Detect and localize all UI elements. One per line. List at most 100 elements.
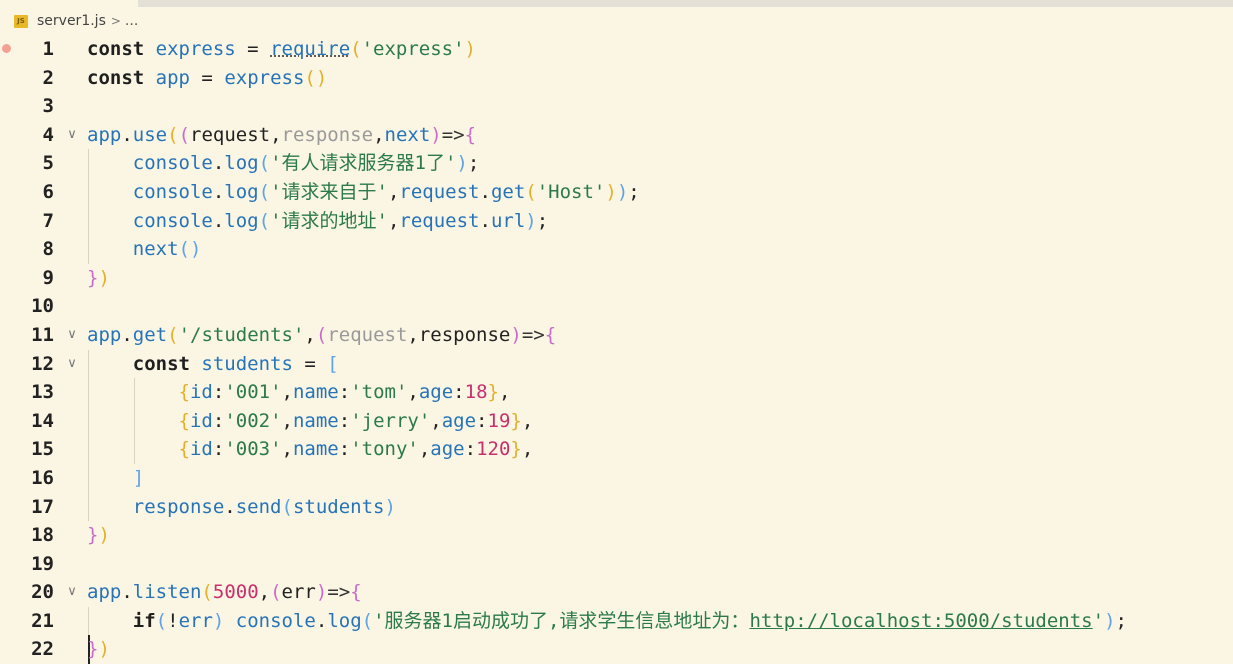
code-token: require: [270, 38, 351, 60]
code-token: ;: [1115, 609, 1127, 632]
code-line[interactable]: 10: [0, 292, 1233, 321]
code-line[interactable]: 8 next(): [0, 235, 1233, 264]
code-text[interactable]: const students = [: [87, 350, 339, 379]
code-token: (: [361, 609, 374, 632]
code-line[interactable]: 14 {id:'002',name:'jerry',age:19},: [0, 406, 1233, 436]
code-token: get: [132, 323, 168, 346]
code-token: (: [178, 123, 191, 146]
code-token: ,: [281, 438, 293, 461]
code-token: (): [304, 66, 328, 89]
code-text[interactable]: ]: [87, 464, 144, 493]
code-token: [: [327, 352, 339, 375]
code-editor[interactable]: 1 const express = require('express') 2 cons…: [0, 35, 1233, 664]
code-token: '003': [224, 438, 282, 461]
fold-chevron-icon[interactable]: ∨: [64, 578, 80, 607]
code-token: (: [258, 209, 271, 232]
code-token: }: [87, 266, 99, 289]
code-text[interactable]: const app = express(): [87, 64, 327, 93]
code-text[interactable]: console.log('有人请求服务器1了');: [87, 149, 480, 178]
code-line[interactable]: 1 const express = require('express'): [0, 35, 1233, 64]
code-token: age: [430, 438, 465, 461]
code-token: '001': [224, 381, 282, 404]
code-line[interactable]: 20 ∨ app.listen(5000,(err)=>{: [0, 578, 1233, 607]
line-number: 15: [31, 438, 54, 461]
code-line[interactable]: 6 console.log('请求来自于',request.get('Host'…: [0, 177, 1233, 207]
code-token[interactable]: http://localhost:5000/students: [749, 610, 1092, 632]
line-number: 6: [42, 180, 54, 203]
code-line[interactable]: 13 {id:'001',name:'tom',age:18},: [0, 378, 1233, 407]
code-token: response: [132, 495, 225, 518]
breadcrumb-file[interactable]: server1.js: [37, 13, 106, 29]
code-token: log: [224, 180, 259, 203]
code-token: }: [487, 381, 499, 404]
line-number: 10: [31, 295, 54, 318]
code-token: err: [281, 581, 316, 604]
code-token: (): [178, 238, 202, 261]
code-token: }: [87, 638, 99, 661]
code-token: ,: [281, 381, 293, 404]
code-line[interactable]: 18}): [0, 521, 1233, 550]
code-token: request: [399, 209, 480, 232]
code-token: age: [441, 409, 477, 432]
code-line[interactable]: 17 response.send(students): [0, 492, 1233, 522]
code-token: (: [155, 609, 168, 632]
code-token: app: [87, 123, 122, 146]
line-number: 13: [31, 381, 54, 404]
code-token: ): [605, 180, 617, 203]
code-text[interactable]: app.listen(5000,(err)=>{: [87, 578, 362, 607]
code-token: ,: [407, 323, 419, 346]
fold-chevron-icon[interactable]: ∨: [64, 321, 80, 350]
code-line[interactable]: 11 ∨ app.get('/students',(request,response…: [0, 321, 1233, 350]
code-line[interactable]: 19: [0, 550, 1233, 579]
code-token: console: [132, 180, 213, 203]
code-line[interactable]: 4 ∨ app.use((request,response,next)=>{: [0, 121, 1233, 150]
code-text[interactable]: const express = require('express'): [87, 35, 476, 64]
code-token: (: [525, 180, 537, 203]
code-text[interactable]: {id:'002',name:'jerry',age:19},: [87, 407, 534, 436]
code-text[interactable]: console.log('请求的地址',request.url);: [87, 207, 548, 236]
code-token: :: [212, 438, 225, 461]
breadcrumb-more[interactable]: ...: [125, 13, 138, 29]
code-token: app: [155, 66, 190, 89]
code-line[interactable]: 12 ∨ const students = [: [0, 349, 1233, 379]
code-token: .: [315, 609, 328, 632]
code-text[interactable]: next(): [87, 235, 202, 264]
code-text[interactable]: }): [87, 635, 110, 664]
line-number: 18: [31, 524, 54, 547]
fold-chevron-icon[interactable]: ∨: [64, 350, 80, 379]
fold-chevron-icon[interactable]: ∨: [64, 121, 80, 150]
code-line[interactable]: 9}): [0, 264, 1233, 293]
code-text[interactable]: response.send(students): [87, 493, 396, 522]
code-token: ,: [521, 438, 534, 461]
code-text[interactable]: {id:'001',name:'tom',age:18},: [87, 378, 511, 407]
code-text[interactable]: }): [87, 264, 110, 293]
code-line[interactable]: 5 console.log('有人请求服务器1了');: [0, 149, 1233, 178]
code-text[interactable]: if(!err) console.log('服务器1启动成功了,请求学生信息地址…: [87, 607, 1127, 636]
line-number: 20: [31, 581, 54, 604]
code-line[interactable]: 7 console.log('请求的地址',request.url);: [0, 206, 1233, 236]
code-token: =: [189, 66, 225, 89]
code-token: ): [525, 209, 537, 232]
code-token: express: [224, 66, 305, 89]
code-text[interactable]: app.get('/students',(request,response)=>…: [87, 321, 556, 350]
code-text[interactable]: console.log('请求来自于',request.get('Host'))…: [87, 178, 640, 207]
code-token: (: [258, 152, 271, 175]
code-token: 'express': [361, 38, 465, 60]
code-line[interactable]: 16 ]: [0, 463, 1233, 493]
line-number: 9: [42, 266, 54, 289]
code-text[interactable]: }): [87, 521, 110, 550]
code-text[interactable]: {id:'003',name:'tony',age:120},: [87, 435, 534, 464]
code-line[interactable]: 22}): [0, 635, 1233, 664]
code-line[interactable]: 2 const app = express(): [0, 64, 1233, 93]
code-token: name: [292, 438, 339, 461]
code-token: ): [1104, 609, 1116, 632]
code-line[interactable]: 3: [0, 92, 1233, 121]
code-token: =>: [441, 123, 465, 146]
code-token: listen: [132, 581, 202, 604]
code-text[interactable]: app.use((request,response,next)=>{: [87, 121, 476, 150]
code-line[interactable]: 21 if(!err) console.log('服务器1启动成功了,请求学生信…: [0, 606, 1233, 636]
code-line[interactable]: 15 {id:'003',name:'tony',age:120},: [0, 435, 1233, 464]
